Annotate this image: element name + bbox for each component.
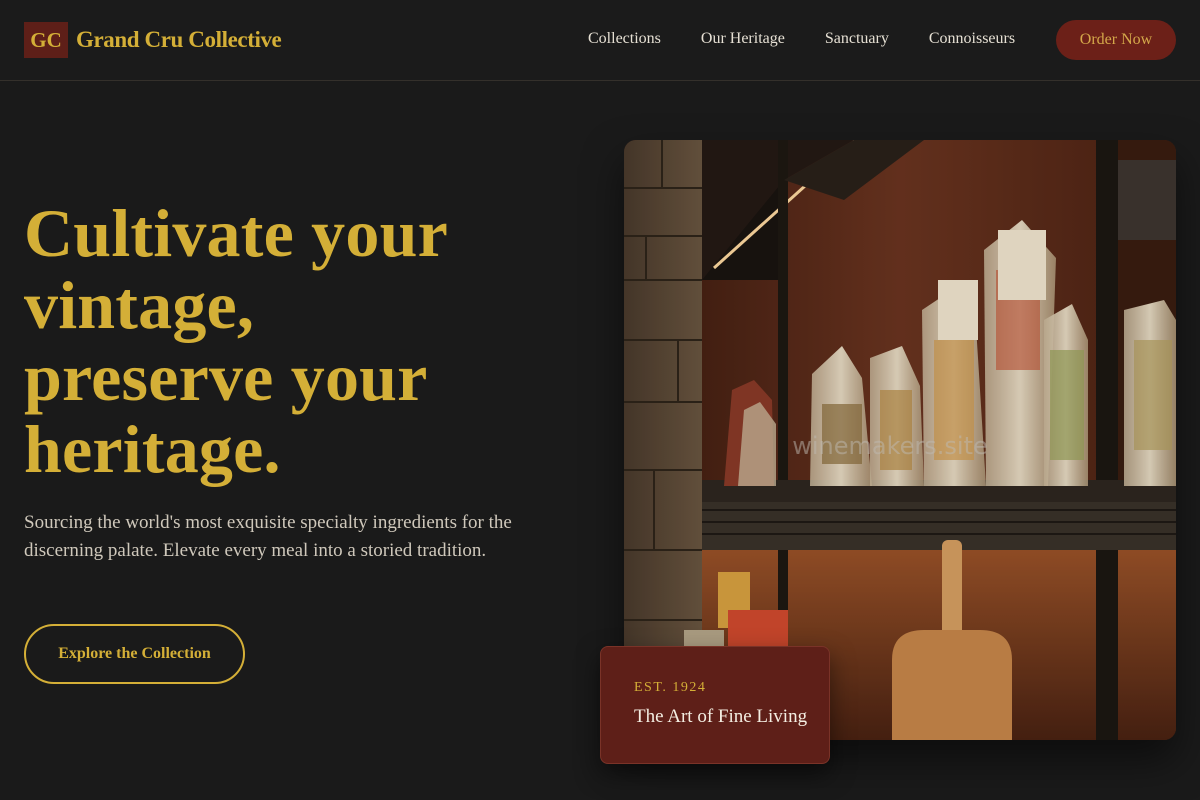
explore-collection-button[interactable]: Explore the Collection: [24, 624, 245, 684]
order-now-button[interactable]: Order Now: [1056, 20, 1176, 60]
main-nav: Collections Our Heritage Sanctuary Conno…: [588, 29, 1055, 49]
brand-name: Grand Cru Collective: [76, 27, 282, 52]
site-header: GC Grand Cru Collective Collections Our …: [0, 0, 1200, 81]
hero-heading-line: heritage.: [24, 411, 281, 487]
hero-heading: Cultivate your vintage, preserve your he…: [24, 197, 544, 485]
nav-link-our-heritage[interactable]: Our Heritage: [701, 29, 785, 49]
logo-mark: GC: [24, 22, 68, 58]
hero-heading-line: preserve your: [24, 339, 428, 415]
brand-logo[interactable]: GC Grand Cru Collective: [24, 22, 282, 58]
hero-heading-line: Cultivate your: [24, 195, 448, 271]
nav-link-connoisseurs[interactable]: Connoisseurs: [929, 29, 1015, 49]
established-badge: EST. 1924 The Art of Fine Living: [600, 646, 830, 764]
established-label: EST. 1924: [634, 680, 707, 695]
hero-heading-line: vintage,: [24, 267, 255, 343]
nav-link-collections[interactable]: Collections: [588, 29, 661, 49]
hero-subtext: Sourcing the world's most exquisite spec…: [24, 512, 512, 561]
established-title: The Art of Fine Living: [634, 706, 808, 727]
nav-link-sanctuary[interactable]: Sanctuary: [825, 29, 889, 49]
